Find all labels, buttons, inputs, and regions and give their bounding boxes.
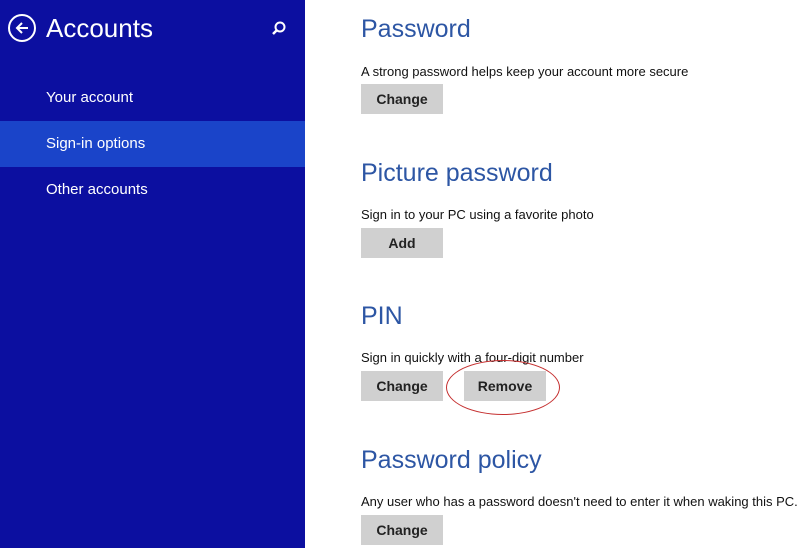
sidebar-item-other-accounts[interactable]: Other accounts (0, 167, 305, 213)
picture-password-title: Picture password (361, 159, 553, 187)
sidebar-title: Accounts (46, 13, 153, 43)
pin-title: PIN (361, 302, 403, 330)
picture-password-add-button[interactable]: Add (361, 228, 443, 258)
pin-remove-button[interactable]: Remove (464, 371, 546, 401)
password-change-button[interactable]: Change (361, 84, 443, 114)
pin-change-button[interactable]: Change (361, 371, 443, 401)
pin-description: Sign in quickly with a four-digit number (361, 350, 584, 365)
picture-password-description: Sign in to your PC using a favorite phot… (361, 207, 594, 222)
main-content: Password A strong password helps keep yo… (305, 0, 800, 548)
password-policy-title: Password policy (361, 446, 542, 474)
back-icon[interactable] (8, 14, 36, 42)
password-policy-description: Any user who has a password doesn't need… (361, 494, 798, 509)
search-icon[interactable] (270, 20, 288, 38)
sidebar: Accounts Your account Sign-in options Ot… (0, 0, 305, 548)
password-policy-change-button[interactable]: Change (361, 515, 443, 545)
password-title: Password (361, 15, 471, 43)
password-description: A strong password helps keep your accoun… (361, 64, 689, 79)
sidebar-item-your-account[interactable]: Your account (0, 75, 305, 121)
sidebar-item-sign-in-options[interactable]: Sign-in options (0, 121, 305, 167)
